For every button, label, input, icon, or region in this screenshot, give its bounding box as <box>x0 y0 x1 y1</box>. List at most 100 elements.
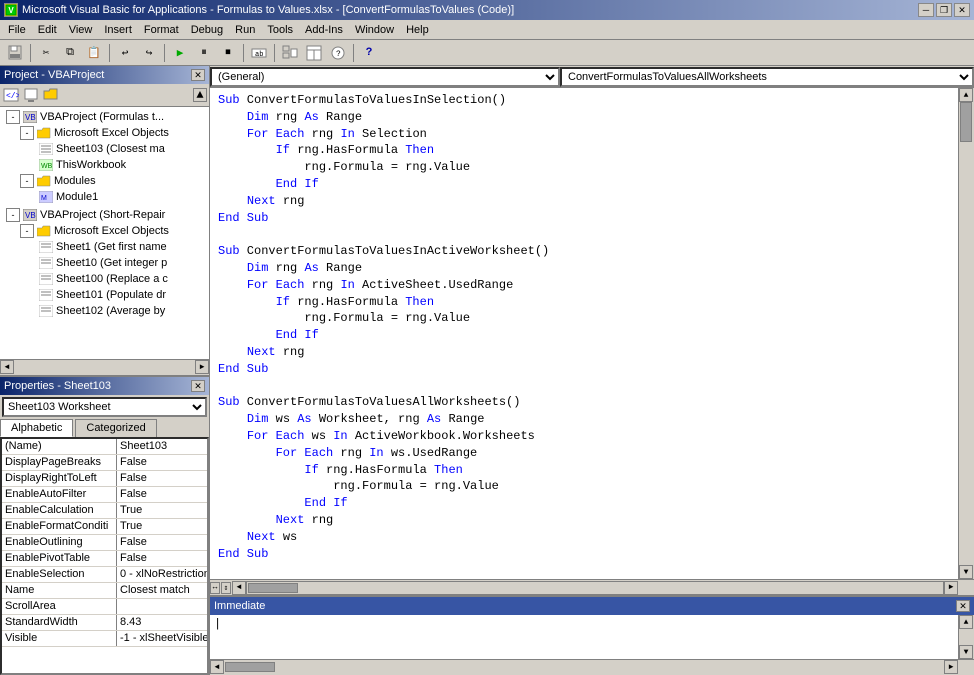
tab-alphabetic[interactable]: Alphabetic <box>0 419 73 437</box>
prop-row-enablecalculation[interactable]: EnableCalculation True <box>2 503 207 519</box>
tb-properties[interactable] <box>303 42 325 64</box>
project-scroll-up[interactable]: ▲ <box>193 88 207 102</box>
split-v-btn[interactable]: ↔ <box>210 582 220 594</box>
prop-value-8[interactable]: 0 - xlNoRestrictions <box>117 567 207 582</box>
tb-run[interactable]: ▶ <box>169 42 191 64</box>
immediate-close[interactable]: ✕ <box>956 600 970 612</box>
prop-row-enablepivottable[interactable]: EnablePivotTable False <box>2 551 207 567</box>
menu-debug[interactable]: Debug <box>185 22 229 38</box>
vscroll-down[interactable]: ▼ <box>959 565 973 579</box>
prop-value-3[interactable]: False <box>117 487 207 502</box>
menu-addins[interactable]: Add-Ins <box>299 22 349 38</box>
tree-vbaproject-short[interactable]: - VB VBAProject (Short-Repair <box>2 207 207 223</box>
general-dropdown[interactable]: (General) <box>210 67 560 87</box>
menu-window[interactable]: Window <box>349 22 400 38</box>
tb-save[interactable] <box>4 42 26 64</box>
prop-value-12[interactable]: -1 - xlSheetVisible <box>117 631 207 646</box>
project-hscroll[interactable]: ◄ ► <box>0 359 209 375</box>
code-vscroll[interactable]: ▲ ▼ <box>958 88 974 579</box>
vscroll-up[interactable]: ▲ <box>959 88 973 102</box>
tb-copy[interactable]: ⧉ <box>59 42 81 64</box>
prop-value-10[interactable] <box>117 599 207 614</box>
prop-row-enableformatconditi[interactable]: EnableFormatConditi True <box>2 519 207 535</box>
tb-cut[interactable]: ✂ <box>35 42 57 64</box>
close-button[interactable]: ✕ <box>954 3 970 17</box>
menu-run[interactable]: Run <box>229 22 261 38</box>
prop-row-enableautofilter[interactable]: EnableAutoFilter False <box>2 487 207 503</box>
tree-vbaproject-main[interactable]: - VB VBAProject (Formulas t... <box>2 109 207 125</box>
prop-row-enableoutlining[interactable]: EnableOutlining False <box>2 535 207 551</box>
procedure-dropdown[interactable]: ConvertFormulasToValuesAllWorksheets <box>560 67 974 87</box>
toggle-folders-btn[interactable] <box>42 86 60 104</box>
tree-sheet100[interactable]: Sheet100 (Replace a c <box>2 271 207 287</box>
menu-view[interactable]: View <box>63 22 99 38</box>
prop-row-standardwidth[interactable]: StandardWidth 8.43 <box>2 615 207 631</box>
tb-objectbrowser[interactable]: ? <box>327 42 349 64</box>
expand-excel-2[interactable]: - <box>20 224 34 238</box>
imm-hscroll-left[interactable]: ◄ <box>210 660 224 674</box>
tb-project[interactable] <box>279 42 301 64</box>
tb-break[interactable]: ⏸ <box>193 42 215 64</box>
menu-edit[interactable]: Edit <box>32 22 63 38</box>
prop-value-2[interactable]: False <box>117 471 207 486</box>
prop-row-propname[interactable]: Name Closest match <box>2 583 207 599</box>
tree-sheet1[interactable]: Sheet1 (Get first name <box>2 239 207 255</box>
prop-value-9[interactable]: Closest match <box>117 583 207 598</box>
prop-value-6[interactable]: False <box>117 535 207 550</box>
hscroll-thumb-code[interactable] <box>248 583 298 593</box>
prop-value-11[interactable]: 8.43 <box>117 615 207 630</box>
tb-design[interactable]: ab <box>248 42 270 64</box>
prop-row-displayrighttoleft[interactable]: DisplayRightToLeft False <box>2 471 207 487</box>
tree-sheet10[interactable]: Sheet10 (Get integer p <box>2 255 207 271</box>
prop-row-enableselection[interactable]: EnableSelection 0 - xlNoRestrictions <box>2 567 207 583</box>
expand-excel-objects[interactable]: - <box>20 126 34 140</box>
code-editor[interactable]: Sub ConvertFormulasToValuesInSelection()… <box>210 88 958 579</box>
props-object-select[interactable]: Sheet103 Worksheet <box>2 397 207 417</box>
tree-modules[interactable]: - Modules <box>2 173 207 189</box>
tree-module1[interactable]: M Module1 <box>2 189 207 205</box>
project-tree[interactable]: - VB VBAProject (Formulas t... - Microso… <box>0 107 209 359</box>
minimize-button[interactable]: ─ <box>918 3 934 17</box>
hscroll-left[interactable]: ◄ <box>0 360 14 374</box>
hscroll-left-btn[interactable]: ◄ <box>232 581 246 595</box>
prop-value-0[interactable]: Sheet103 <box>117 439 207 454</box>
tb-help[interactable]: ? <box>358 42 380 64</box>
tree-excel-objects-2[interactable]: - Microsoft Excel Objects <box>2 223 207 239</box>
title-bar-controls[interactable]: ─ ❐ ✕ <box>918 3 970 17</box>
menu-file[interactable]: File <box>2 22 32 38</box>
menu-tools[interactable]: Tools <box>261 22 299 38</box>
tree-sheet103[interactable]: Sheet103 (Closest ma <box>2 141 207 157</box>
hscroll-right-btn[interactable]: ► <box>944 581 958 595</box>
tree-excel-objects[interactable]: - Microsoft Excel Objects <box>2 125 207 141</box>
prop-row-scrollarea[interactable]: ScrollArea <box>2 599 207 615</box>
tb-paste[interactable]: 📋 <box>83 42 105 64</box>
prop-value-5[interactable]: True <box>117 519 207 534</box>
tree-sheet101[interactable]: Sheet101 (Populate dr <box>2 287 207 303</box>
tree-thisworkbook[interactable]: WB ThisWorkbook <box>2 157 207 173</box>
prop-value-7[interactable]: False <box>117 551 207 566</box>
expand-modules[interactable]: - <box>20 174 34 188</box>
prop-value-1[interactable]: False <box>117 455 207 470</box>
prop-row-name[interactable]: (Name) Sheet103 <box>2 439 207 455</box>
properties-close[interactable]: ✕ <box>191 380 205 392</box>
tab-categorized[interactable]: Categorized <box>75 419 156 437</box>
prop-value-4[interactable]: True <box>117 503 207 518</box>
immediate-body[interactable]: | <box>210 615 958 659</box>
expand-short[interactable]: - <box>6 208 20 222</box>
imm-vscroll-up[interactable]: ▲ <box>959 615 973 629</box>
prop-row-displaypagebreaks[interactable]: DisplayPageBreaks False <box>2 455 207 471</box>
tree-sheet102[interactable]: Sheet102 (Average by <box>2 303 207 319</box>
hscroll-right[interactable]: ► <box>195 360 209 374</box>
vscroll-thumb[interactable] <box>960 102 972 142</box>
immediate-vscroll[interactable]: ▲ ▼ <box>958 615 974 659</box>
view-code-btn[interactable]: </> <box>2 86 20 104</box>
project-close[interactable]: ✕ <box>191 69 205 81</box>
imm-hscroll-thumb[interactable] <box>225 662 275 672</box>
menu-format[interactable]: Format <box>138 22 185 38</box>
restore-button[interactable]: ❐ <box>936 3 952 17</box>
expand-vbaproject[interactable]: - <box>6 110 20 124</box>
tb-undo[interactable]: ↩ <box>114 42 136 64</box>
menu-help[interactable]: Help <box>400 22 435 38</box>
view-object-btn[interactable] <box>22 86 40 104</box>
imm-vscroll-down[interactable]: ▼ <box>959 645 973 659</box>
